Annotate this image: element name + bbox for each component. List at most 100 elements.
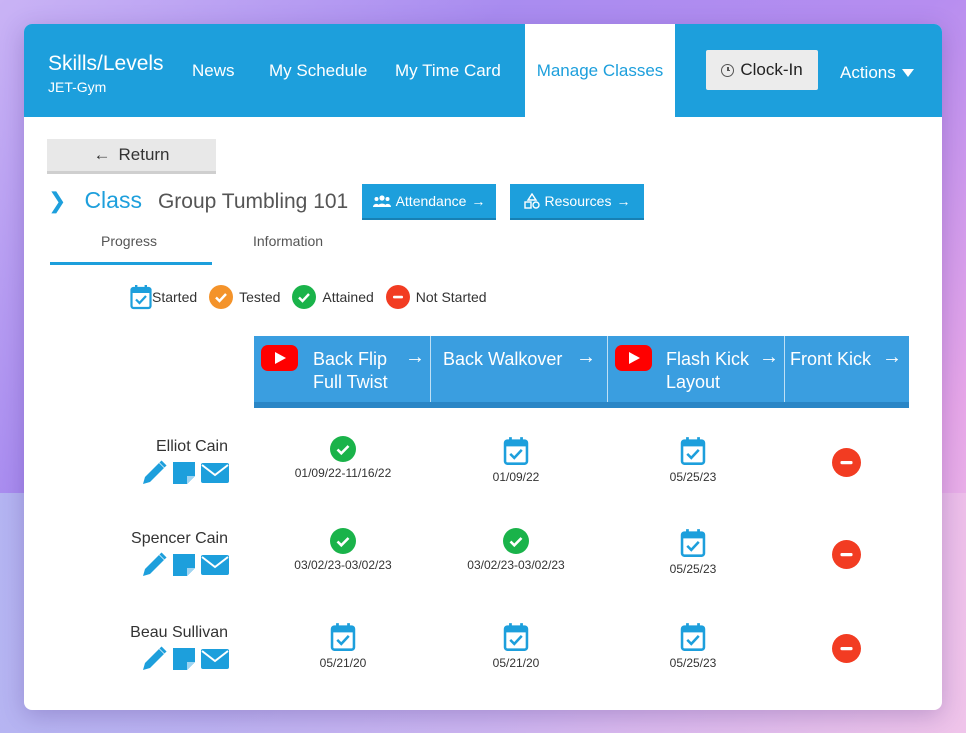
envelope-icon[interactable] bbox=[200, 647, 230, 676]
attained-check-icon bbox=[292, 285, 317, 309]
skill-header-back-walkover[interactable]: Back Walkover → bbox=[431, 336, 608, 408]
note-icon[interactable] bbox=[171, 552, 197, 583]
arrow-right-icon: → bbox=[882, 346, 902, 368]
pencil-icon[interactable] bbox=[140, 645, 168, 678]
shapes-icon bbox=[523, 193, 540, 209]
progress-date: 01/09/22 bbox=[492, 470, 540, 484]
arrow-right-icon: → bbox=[616, 193, 631, 209]
note-icon[interactable] bbox=[171, 460, 197, 491]
minus-circle-icon bbox=[766, 540, 926, 569]
progress-cell[interactable]: 03/02/23-03/02/23 bbox=[263, 528, 423, 572]
brand-title: Skills/Levels bbox=[48, 52, 164, 75]
tab-progress[interactable]: Progress bbox=[101, 233, 157, 249]
progress-date: 05/25/23 bbox=[669, 562, 717, 576]
brand-subtitle: JET-Gym bbox=[48, 79, 107, 95]
calendar-check-icon bbox=[613, 436, 773, 466]
progress-cell[interactable]: 05/21/20 bbox=[263, 622, 423, 670]
skill-name-line2: Full Twist bbox=[313, 372, 388, 392]
skill-name-line1: Flash Kick bbox=[666, 349, 750, 369]
arrow-right-icon: → bbox=[576, 346, 596, 368]
student-actions bbox=[140, 645, 230, 678]
student-name[interactable]: Elliot Cain bbox=[156, 438, 228, 456]
progress-cell[interactable] bbox=[766, 448, 926, 477]
chevron-right-icon[interactable]: ❯ bbox=[48, 188, 66, 214]
progress-cell[interactable]: 01/09/22 bbox=[436, 436, 596, 484]
class-header: ❯ Class Group Tumbling 101 bbox=[48, 187, 348, 214]
minus-circle-icon bbox=[385, 285, 410, 309]
caret-down-icon bbox=[901, 69, 914, 77]
student-name[interactable]: Beau Sullivan bbox=[130, 624, 228, 642]
attained-check-icon bbox=[263, 436, 423, 462]
calendar-check-icon bbox=[436, 436, 596, 466]
people-icon bbox=[372, 194, 391, 207]
progress-cell[interactable]: 05/25/23 bbox=[613, 622, 773, 670]
return-button[interactable]: ← Return bbox=[47, 139, 216, 174]
app-window: Skills/Levels JET-Gym News My Schedule M… bbox=[24, 24, 942, 710]
return-label: Return bbox=[118, 145, 170, 164]
calendar-check-icon bbox=[130, 285, 152, 310]
nav-my-time-card[interactable]: My Time Card bbox=[395, 61, 501, 81]
resources-button[interactable]: Resources → bbox=[510, 184, 644, 220]
attained-check-icon bbox=[436, 528, 596, 554]
nav-my-schedule[interactable]: My Schedule bbox=[269, 61, 367, 81]
calendar-check-icon bbox=[613, 622, 773, 652]
envelope-icon[interactable] bbox=[200, 461, 230, 490]
legend-not-started-label: Not Started bbox=[415, 289, 487, 305]
active-tab-indicator bbox=[50, 262, 212, 265]
youtube-icon[interactable] bbox=[261, 345, 298, 371]
brand[interactable]: Skills/Levels JET-Gym bbox=[48, 52, 164, 96]
calendar-check-icon bbox=[436, 622, 596, 652]
progress-cell[interactable] bbox=[766, 634, 926, 663]
arrow-right-icon: → bbox=[471, 193, 486, 209]
skill-header-back-flip[interactable]: Back Flip Full Twist → bbox=[254, 336, 431, 408]
attendance-button[interactable]: Attendance → bbox=[362, 184, 496, 220]
note-icon[interactable] bbox=[171, 646, 197, 677]
legend-started-label: Started bbox=[152, 289, 198, 305]
nav-manage-classes[interactable]: Manage Classes bbox=[525, 24, 675, 117]
progress-cell[interactable] bbox=[766, 540, 926, 569]
progress-date: 05/21/20 bbox=[492, 656, 540, 670]
youtube-icon[interactable] bbox=[615, 345, 652, 371]
skill-header-flash-kick[interactable]: Flash Kick Layout → bbox=[608, 336, 785, 408]
progress-date: 05/21/20 bbox=[319, 656, 367, 670]
calendar-check-icon bbox=[613, 528, 773, 558]
status-legend: Started Tested Attained Not Started bbox=[130, 284, 499, 310]
class-name: Group Tumbling 101 bbox=[157, 190, 349, 213]
student-name[interactable]: Spencer Cain bbox=[131, 530, 228, 548]
progress-cell[interactable]: 05/25/23 bbox=[613, 528, 773, 576]
skill-name-line1: Back Flip bbox=[313, 349, 388, 369]
progress-date: 05/25/23 bbox=[669, 656, 717, 670]
progress-cell[interactable]: 05/21/20 bbox=[436, 622, 596, 670]
tab-information[interactable]: Information bbox=[253, 233, 323, 249]
clock-in-button[interactable]: Clock-In bbox=[706, 50, 818, 90]
nav-news[interactable]: News bbox=[192, 61, 235, 81]
progress-date: 05/25/23 bbox=[669, 470, 717, 484]
progress-cell[interactable]: 03/02/23-03/02/23 bbox=[436, 528, 596, 572]
skill-header-front-kick[interactable]: Front Kick → bbox=[785, 336, 909, 408]
pencil-icon[interactable] bbox=[140, 459, 168, 492]
actions-menu[interactable]: Actions bbox=[840, 63, 914, 83]
calendar-check-icon bbox=[263, 622, 423, 652]
class-word: Class bbox=[84, 187, 142, 213]
legend-tested-label: Tested bbox=[239, 289, 281, 305]
legend-not-started: Not Started bbox=[385, 285, 487, 309]
student-actions bbox=[140, 459, 230, 492]
progress-cell[interactable]: 01/09/22-11/16/22 bbox=[263, 436, 423, 480]
minus-circle-icon bbox=[766, 448, 926, 477]
minus-circle-icon bbox=[766, 634, 926, 663]
progress-date: 01/09/22-11/16/22 bbox=[294, 466, 392, 480]
skill-name-line1: Front Kick bbox=[790, 349, 872, 369]
progress-cell[interactable]: 05/25/23 bbox=[613, 436, 773, 484]
progress-date: 03/02/23-03/02/23 bbox=[294, 558, 392, 572]
attained-check-icon bbox=[263, 528, 423, 554]
student-actions bbox=[140, 551, 230, 584]
clock-icon bbox=[721, 63, 735, 77]
skill-name-line2: Layout bbox=[666, 372, 721, 392]
arrow-right-icon: → bbox=[405, 346, 425, 368]
envelope-icon[interactable] bbox=[200, 553, 230, 582]
attendance-label: Attendance bbox=[395, 193, 467, 209]
top-navigation: Skills/Levels JET-Gym News My Schedule M… bbox=[24, 24, 942, 117]
legend-started: Started bbox=[130, 284, 197, 310]
pencil-icon[interactable] bbox=[140, 551, 168, 584]
clock-in-label: Clock-In bbox=[740, 60, 803, 79]
